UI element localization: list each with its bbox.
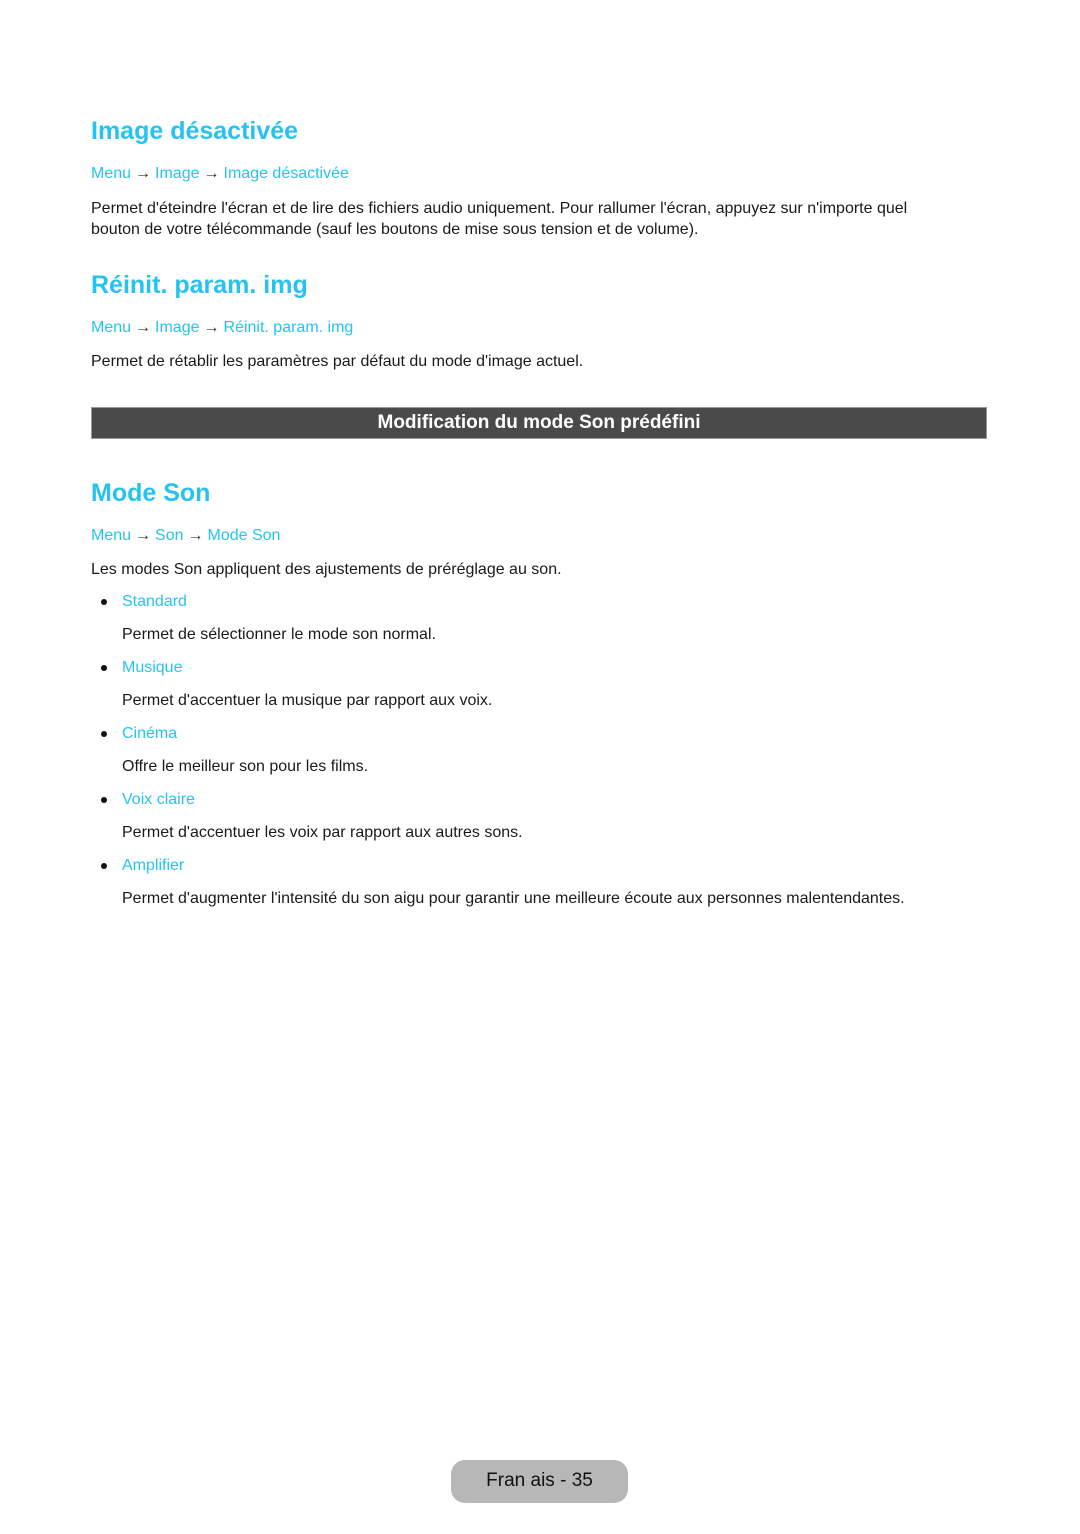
bullet-icon xyxy=(101,863,107,869)
arrow-icon: → xyxy=(187,527,204,544)
arrow-icon: → xyxy=(203,319,220,336)
bullet-icon xyxy=(101,599,107,605)
item-label: Musique xyxy=(122,659,183,676)
bullet-icon xyxy=(101,797,107,803)
section-banner: Modification du mode Son prédéfini xyxy=(91,407,987,439)
path-item: Image xyxy=(155,165,200,182)
intro-text: Les modes Son appliquent des ajustements… xyxy=(91,561,562,578)
section-text: Permet de rétablir les paramètres par dé… xyxy=(91,353,584,370)
item-desc: Permet d'accentuer la musique par rappor… xyxy=(122,692,493,709)
path-item: Menu xyxy=(91,527,132,544)
item-label: Voix claire xyxy=(122,791,195,808)
path-item: Menu xyxy=(91,165,132,182)
bullet-icon xyxy=(101,731,107,737)
section-title: Mode Son xyxy=(91,479,211,507)
text-line: Permet d'éteindre l'écran et de lire des… xyxy=(91,200,908,217)
section-text: Permet d'éteindre l'écran et de lire des… xyxy=(91,198,907,240)
arrow-icon: → xyxy=(135,165,152,182)
menu-path: Menu → Son → Mode Son xyxy=(91,527,280,545)
item-label: Amplifier xyxy=(122,857,185,874)
path-item: Son xyxy=(155,527,184,544)
bullet-icon xyxy=(101,665,107,671)
arrow-icon: → xyxy=(135,527,152,544)
path-item: Mode Son xyxy=(207,527,281,544)
path-item: Image xyxy=(155,319,200,336)
item-desc: Permet d'augmenter l'intensité du son ai… xyxy=(122,890,905,907)
item-label: Cinéma xyxy=(122,725,178,742)
item-desc: Permet d'accentuer les voix par rapport … xyxy=(122,824,523,841)
page-number-badge: Fran ais - 35 xyxy=(451,1460,628,1503)
menu-path: Menu → Image → Réinit. param. img xyxy=(91,319,353,337)
item-desc: Permet de sélectionner le mode son norma… xyxy=(122,626,436,643)
path-item: Menu xyxy=(91,319,132,336)
text-line: bouton de votre télécommande (sauf les b… xyxy=(91,221,699,238)
arrow-icon: → xyxy=(203,165,220,182)
item-label: Standard xyxy=(122,593,187,610)
menu-path: Menu → Image → Image désactivée xyxy=(91,165,349,183)
path-item: Réinit. param. img xyxy=(223,319,354,336)
arrow-icon: → xyxy=(135,319,152,336)
section-title: Réinit. param. img xyxy=(91,271,308,299)
path-item: Image désactivée xyxy=(223,165,349,182)
section-title: Image désactivée xyxy=(91,117,299,145)
item-desc: Offre le meilleur son pour les films. xyxy=(122,758,369,775)
